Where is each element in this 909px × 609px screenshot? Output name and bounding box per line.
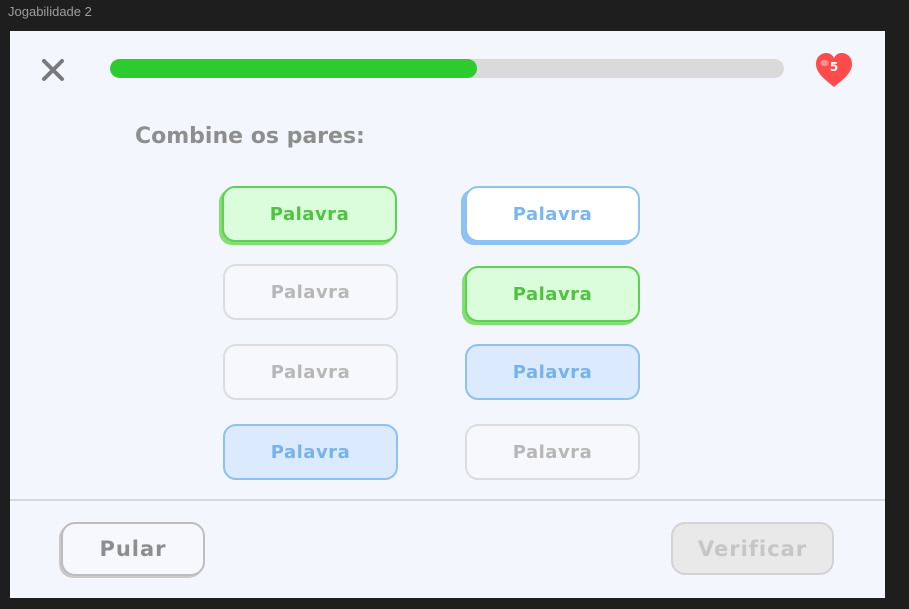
game-screen: 5 Combine os pares: Palavra Palavra Pala… (10, 31, 885, 598)
hearts-count: 5 (829, 60, 839, 74)
progress-bar-fill (110, 59, 478, 78)
word-card-right-3[interactable]: Palavra (465, 344, 640, 400)
close-icon (42, 59, 64, 81)
instruction-text: Combine os pares: (135, 124, 365, 149)
skip-button[interactable]: Pular (61, 522, 205, 576)
close-button[interactable] (39, 56, 67, 84)
verify-button[interactable]: Verificar (671, 522, 834, 575)
word-card-right-2[interactable]: Palavra (465, 266, 640, 322)
word-card-left-3[interactable]: Palavra (223, 344, 398, 400)
word-card-left-4[interactable]: Palavra (223, 424, 398, 480)
word-card-left-1[interactable]: Palavra (222, 186, 397, 242)
word-card-right-4[interactable]: Palavra (465, 424, 640, 480)
footer-divider (10, 499, 885, 501)
word-card-left-2[interactable]: Palavra (223, 264, 398, 320)
word-card-right-1[interactable]: Palavra (465, 186, 640, 242)
hearts-counter: 5 (812, 51, 856, 89)
frame-title: Jogabilidade 2 (8, 4, 92, 19)
progress-bar (110, 59, 784, 78)
